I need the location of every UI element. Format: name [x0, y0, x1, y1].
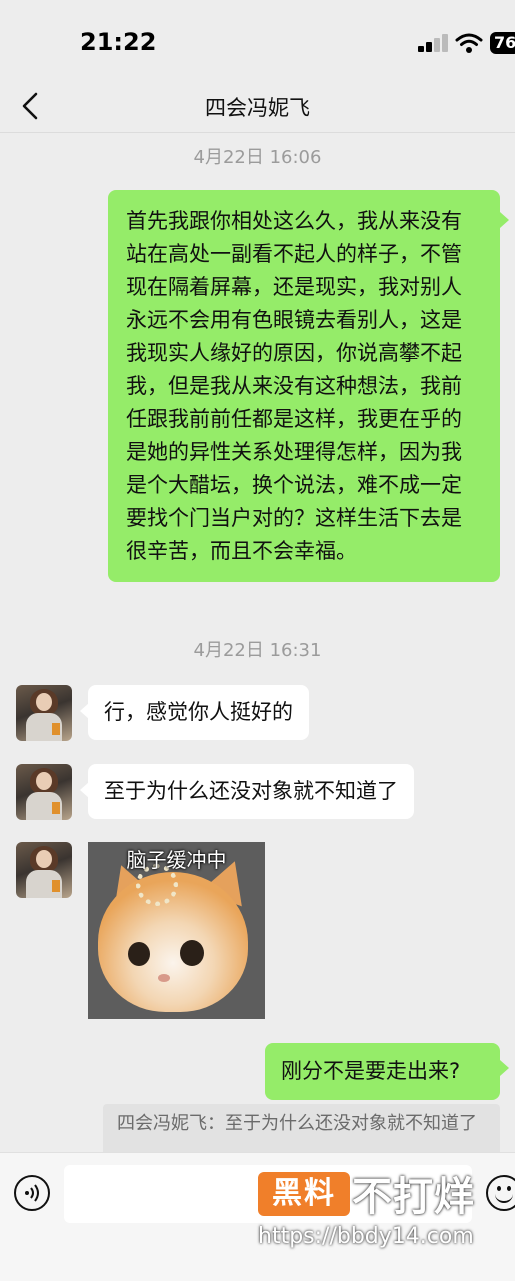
- quote-text: 四会冯妮飞：至于为什么还没对象就不知道了: [117, 1113, 477, 1134]
- wifi-icon: [455, 33, 483, 53]
- incoming-message[interactable]: 行，感觉你人挺好的: [88, 685, 309, 740]
- watermark-text: 不打烊: [352, 1174, 475, 1220]
- voice-icon[interactable]: [14, 1175, 50, 1211]
- bubble-tail: [500, 212, 509, 228]
- emoji-icon[interactable]: [486, 1175, 515, 1211]
- watermark-url: https://bbdy14.com: [258, 1224, 474, 1249]
- message-text: 行，感觉你人挺好的: [104, 700, 293, 724]
- message-text: 首先我跟你相处这么久，我从来没有站在高处一副看不起人的样子，不管现在隔着屏幕，还…: [126, 209, 462, 563]
- bubble-tail: [500, 1060, 509, 1076]
- status-bar: 21:22 76: [0, 0, 515, 80]
- timestamp: 4月22日 16:06: [193, 147, 322, 168]
- chat-title: 四会冯妮飞: [205, 96, 310, 120]
- avatar[interactable]: [16, 685, 72, 741]
- message-text: 刚分不是要走出来?: [281, 1059, 461, 1083]
- avatar[interactable]: [16, 764, 72, 820]
- timestamp: 4月22日 16:31: [193, 640, 322, 661]
- status-time: 21:22: [80, 28, 157, 56]
- outgoing-message[interactable]: 刚分不是要走出来?: [265, 1043, 500, 1100]
- outgoing-message[interactable]: 首先我跟你相处这么久，我从来没有站在高处一副看不起人的样子，不管现在隔着屏幕，还…: [108, 190, 500, 582]
- sticker-image[interactable]: 脑子缓冲中: [88, 842, 265, 1019]
- sticker-caption: 脑子缓冲中: [126, 848, 227, 872]
- watermark-logo: 黑料: [258, 1172, 350, 1216]
- incoming-message[interactable]: 至于为什么还没对象就不知道了: [88, 764, 414, 819]
- signal-icon: [418, 34, 450, 52]
- avatar[interactable]: [16, 842, 72, 898]
- chat-header: 四会冯妮飞: [0, 80, 515, 133]
- battery-icon: 76: [490, 32, 515, 54]
- message-text: 至于为什么还没对象就不知道了: [104, 779, 398, 803]
